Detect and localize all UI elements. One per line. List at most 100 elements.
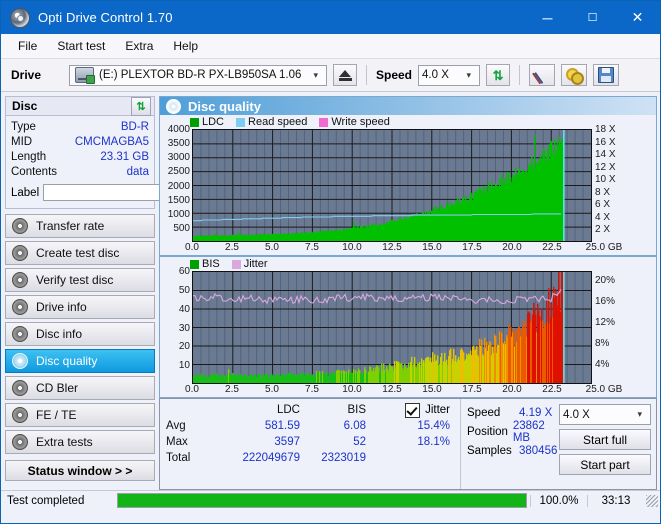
menu-item-file[interactable]: File: [9, 36, 46, 56]
stats-max-ldc: 3597: [274, 436, 300, 448]
start-full-button[interactable]: Start full: [559, 429, 651, 450]
ldc-x-axis: 0.0 2.5 5.0 7.5 10.0 12.5 15.0 17.5 20.0 22.5 25.0…: [160, 242, 656, 255]
sidebar-item-disc-quality[interactable]: Disc quality: [5, 349, 155, 373]
legend-swatch: [236, 117, 246, 127]
refresh-icon: ⇅: [492, 67, 504, 83]
stats-row-label: Total: [166, 452, 191, 464]
page-title: Disc quality: [188, 98, 261, 114]
sidebar-item-disc-info[interactable]: Disc info: [5, 322, 155, 346]
erase-button[interactable]: [529, 64, 556, 86]
minimize-button[interactable]: ─: [525, 1, 570, 34]
drive-label: Drive: [11, 68, 42, 82]
drive-select[interactable]: (E:) PLEXTOR BD-R PX-LB950SA 1.06 ▾: [69, 64, 327, 86]
sidebar-item-fe-te[interactable]: FE / TE: [5, 403, 155, 427]
jitter-checkbox[interactable]: [405, 402, 421, 418]
sidebar-item-label: Drive info: [36, 300, 87, 314]
disc-mid-value: CMCMAGBA5: [74, 135, 149, 148]
axis-tick: 22.5: [542, 242, 562, 253]
legend-label: Write speed: [331, 116, 390, 128]
stats-panel: LDC BIS Jitter Avg 581.59 6.08 15.4% Max…: [159, 398, 657, 490]
disc-refresh-button[interactable]: ⇅: [131, 96, 151, 116]
axis-tick: 16%: [595, 295, 616, 307]
jitter-toggle[interactable]: Jitter: [366, 402, 460, 418]
main-content: Disc ⇅ Type BD-R MID CMCMAGBA5 Length 23…: [1, 92, 660, 490]
stats-avg-jitter: 15.4%: [417, 420, 450, 432]
bis-x-axis: 0.0 2.5 5.0 7.5 10.0 12.5 15.0 17.5 20.0 22.5 25.0…: [160, 384, 656, 397]
stats-row-label: Avg: [166, 420, 186, 432]
test-readouts: Speed 4.19 X Position 23862 MB Samples 3…: [467, 403, 559, 489]
disc-length-label: Length: [11, 150, 47, 163]
legend-item-read-speed: Read speed: [236, 116, 307, 128]
menu-bar: File Start test Extra Help: [1, 34, 660, 59]
legend-swatch: [231, 259, 241, 269]
sidebar-item-cd-bler[interactable]: CD Bler: [5, 376, 155, 400]
readout-samples: Samples 380456: [467, 441, 559, 460]
axis-tick: 10: [178, 360, 190, 372]
stats-table: LDC BIS Jitter Avg 581.59 6.08 15.4% Max…: [160, 399, 460, 489]
axis-tick: 4 X: [595, 211, 611, 223]
stats-row-avg: Avg 581.59 6.08 15.4%: [166, 418, 460, 434]
disc-row-contents: Contents data: [11, 164, 149, 179]
axis-tick: 14 X: [595, 149, 616, 161]
status-window-button[interactable]: Status window > >: [5, 460, 155, 481]
axis-tick: 10 X: [595, 174, 616, 186]
bis-y-axis-left: 60 50 40 30 20 10: [160, 267, 192, 384]
axis-tick: 50: [178, 284, 190, 296]
axis-tick: 22.5: [542, 384, 562, 395]
maximize-button[interactable]: ☐: [570, 1, 615, 34]
save-button[interactable]: [593, 64, 620, 86]
axis-tick: 2.5: [225, 384, 239, 395]
ldc-y-axis-right: 18 X 16 X 14 X 12 X 10 X8 X6 X4 X2 X: [592, 125, 628, 242]
refresh-button[interactable]: ⇅: [486, 64, 511, 86]
axis-tick: 17.5: [462, 242, 482, 253]
keys-button[interactable]: [561, 64, 588, 86]
sidebar-item-transfer-rate[interactable]: Transfer rate: [5, 214, 155, 238]
axis-tick: 5.0: [265, 242, 279, 253]
axis-tick: 6 X: [595, 199, 611, 211]
test-buttons: 4.0 X ▾ Start full Start part: [559, 403, 651, 489]
resize-grip-icon[interactable]: [646, 494, 658, 507]
stats-header-ldc: LDC: [276, 404, 300, 416]
sidebar-item-label: Create test disc: [36, 246, 120, 260]
test-speed-select[interactable]: 4.0 X ▾: [559, 404, 651, 425]
disc-contents-value: data: [126, 165, 149, 178]
progress-percent: 100.0%: [530, 494, 587, 507]
title-bar: Opti Drive Control 1.70 ─ ☐ ✕: [1, 1, 660, 34]
axis-tick: 5.0: [265, 384, 279, 395]
status-text: Test completed: [7, 494, 85, 507]
axis-tick: 20: [178, 341, 190, 353]
sidebar-item-verify-test-disc[interactable]: Verify test disc: [5, 268, 155, 292]
disc-quality-header: Disc quality: [159, 96, 657, 115]
sidebar-item-drive-info[interactable]: Drive info: [5, 295, 155, 319]
disc-label-label: Label: [11, 186, 40, 199]
legend-label: BIS: [202, 258, 220, 270]
sidebar-item-extra-tests[interactable]: Extra tests: [5, 430, 155, 454]
eject-button[interactable]: [333, 64, 357, 86]
chevron-down-icon: ▾: [637, 409, 642, 419]
menu-item-extra[interactable]: Extra: [116, 36, 162, 56]
axis-tick: 10.0: [342, 242, 362, 253]
sidebar-item-label: Disc quality: [36, 354, 98, 368]
sidebar-item-create-test-disc[interactable]: Create test disc: [5, 241, 155, 265]
test-speed-value: 4.0 X: [563, 408, 590, 421]
disc-icon: [12, 353, 28, 369]
progress-bar-fill: [118, 494, 526, 507]
speed-readout-value: 4.19 X: [519, 406, 553, 419]
axis-tick: 4000: [167, 124, 190, 135]
start-part-button[interactable]: Start part: [559, 454, 651, 475]
speed-readout-label: Speed: [467, 406, 501, 419]
menu-item-start-test[interactable]: Start test: [48, 36, 114, 56]
menu-item-help[interactable]: Help: [164, 36, 207, 56]
axis-tick: 3000: [167, 152, 190, 164]
disc-panel-title: Disc: [12, 99, 38, 113]
ldc-plot-area: [192, 129, 592, 242]
legend-label: Read speed: [248, 116, 308, 128]
ldc-plot-wrap: 4000 3500 3000 2500 2000 1500 1000 500 18 X 16 X…: [160, 125, 656, 242]
axis-tick: 8 X: [595, 186, 611, 198]
stats-row-max: Max 3597 52 18.1%: [166, 434, 460, 450]
legend-swatch: [319, 117, 329, 127]
bis-plot-wrap: 60 50 40 30 20 10 20% 16% 12% 8% 4%: [160, 267, 656, 384]
disc-row-length: Length 23.31 GB: [11, 149, 149, 164]
speed-select[interactable]: 4.0 X ▾: [418, 64, 481, 86]
close-button[interactable]: ✕: [615, 1, 660, 34]
